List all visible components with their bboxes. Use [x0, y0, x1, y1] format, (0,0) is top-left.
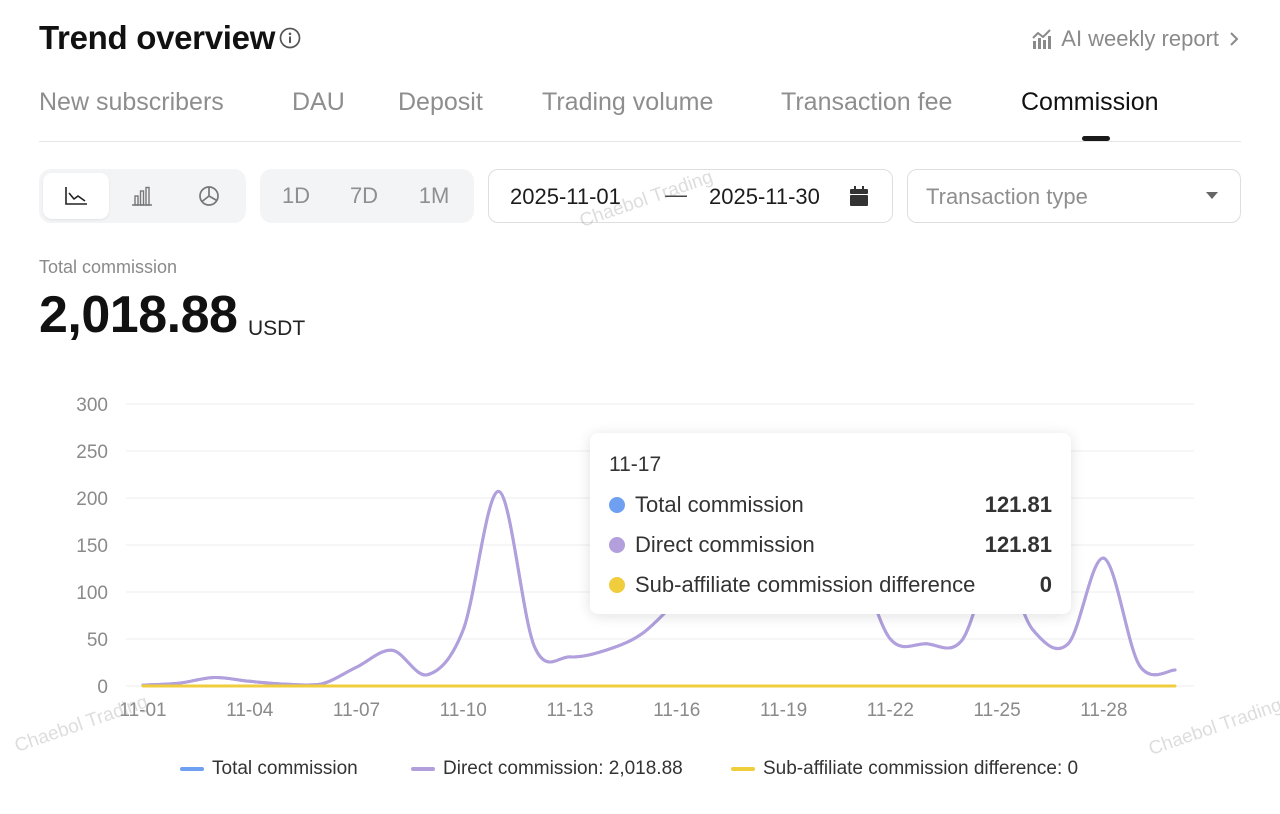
tooltip-row-name: Total commission — [635, 492, 804, 517]
header: Trend overview AI weekly report — [39, 18, 1241, 62]
ai-weekly-report-label: AI weekly report — [1061, 26, 1219, 51]
x-tick-label: 11-10 — [440, 700, 487, 721]
tooltip-date: 11-17 — [609, 453, 662, 476]
tooltip-row-value: 121.81 — [984, 532, 1052, 557]
active-tab-indicator — [1082, 136, 1110, 141]
legend-swatch — [411, 767, 435, 771]
legend-label: Total commission — [212, 758, 358, 779]
tooltip-row-value: 121.81 — [984, 492, 1052, 517]
tab-new-subscribers[interactable]: New subscribers — [39, 84, 224, 120]
transaction-type-select[interactable]: Transaction type — [907, 169, 1241, 223]
caret-down-icon — [1206, 192, 1218, 199]
tooltip-row-direct: Direct commission 121.81 — [609, 531, 1052, 559]
tab-commission[interactable]: Commission — [1021, 84, 1159, 120]
line-chart-button[interactable] — [43, 173, 109, 219]
x-tick-label: 11-19 — [760, 700, 807, 721]
x-tick-label: 11-13 — [546, 700, 593, 721]
total-commission-unit: USDT — [248, 317, 306, 340]
metric-tabs: New subscribers DAU Deposit Trading volu… — [39, 84, 1241, 142]
tooltip-row-name: Direct commission — [635, 532, 815, 557]
bar-chart-button[interactable] — [109, 173, 175, 219]
start-date-input[interactable]: 2025-11-01 — [510, 183, 621, 211]
total-commission-dot — [609, 497, 625, 513]
tab-trading-volume[interactable]: Trading volume — [542, 84, 713, 120]
total-commission-label: Total commission — [39, 257, 178, 277]
chart-bars-icon — [1032, 29, 1052, 49]
x-tick-label: 11-22 — [867, 700, 914, 721]
tab-deposit[interactable]: Deposit — [398, 84, 483, 120]
y-tick-label: 100 — [76, 583, 108, 604]
ai-weekly-report-link[interactable]: AI weekly report — [1031, 24, 1241, 54]
time-range-switcher: 1D 7D 1M — [260, 169, 474, 223]
x-tick-label: 11-25 — [973, 700, 1020, 721]
y-tick-label: 250 — [76, 442, 108, 463]
toolbar: 1D 7D 1M 2025-11-01 — 2025-11-30 Transac… — [39, 169, 1241, 223]
sub-affiliate-dot — [609, 577, 625, 593]
legend-label: Sub-affiliate commission difference: 0 — [763, 758, 1079, 779]
chart-type-switcher — [39, 169, 246, 223]
legend-item-total-commission[interactable]: Total commission — [180, 755, 358, 783]
tab-dau[interactable]: DAU — [292, 84, 345, 120]
x-tick-label: 11-16 — [653, 700, 700, 721]
x-tick-label: 11-07 — [333, 700, 380, 721]
transaction-type-placeholder: Transaction type — [926, 184, 1088, 209]
y-tick-label: 0 — [97, 677, 108, 698]
info-circle-icon[interactable] — [279, 27, 301, 49]
pie-chart-icon — [198, 186, 219, 206]
end-date-input[interactable]: 2025-11-30 — [709, 183, 820, 211]
y-tick-label: 150 — [76, 536, 108, 557]
tab-transaction-fee[interactable]: Transaction fee — [781, 84, 952, 120]
chart-tooltip: 11-17 Total commission 121.81 Direct com… — [590, 433, 1071, 614]
tooltip-row-value: 0 — [1039, 572, 1052, 597]
x-tick-label: 11-28 — [1080, 700, 1127, 721]
chevron-right-icon — [1230, 32, 1239, 46]
page-title: Trend overview — [39, 19, 276, 56]
range-7d-button[interactable]: 7D — [332, 173, 396, 219]
range-1d-button[interactable]: 1D — [264, 173, 328, 219]
y-tick-label: 200 — [76, 489, 108, 510]
tooltip-row-sub-affiliate: Sub-affiliate commission difference 0 — [609, 571, 1052, 599]
calendar-icon[interactable] — [850, 186, 868, 206]
bar-chart-icon — [132, 186, 152, 206]
legend-swatch — [180, 767, 204, 771]
date-range-picker[interactable]: 2025-11-01 — 2025-11-30 — [488, 169, 893, 223]
pie-chart-button[interactable] — [175, 173, 242, 219]
tooltip-row-name: Sub-affiliate commission difference — [635, 572, 976, 597]
date-separator: — — [665, 182, 687, 207]
total-commission-value: 2,018.88 — [39, 286, 238, 344]
legend-swatch — [731, 767, 755, 771]
tooltip-row-total: Total commission 121.81 — [609, 491, 1052, 519]
x-tick-label: 11-04 — [226, 700, 274, 721]
chart-legend: Total commission Direct commission: 2,01… — [0, 755, 1280, 785]
direct-commission-dot — [609, 537, 625, 553]
line-chart-icon — [65, 187, 87, 205]
y-tick-label: 300 — [76, 395, 108, 416]
range-1m-button[interactable]: 1M — [402, 173, 466, 219]
legend-item-direct-commission[interactable]: Direct commission: 2,018.88 — [411, 755, 683, 783]
x-tick-label: 11-01 — [119, 700, 166, 721]
legend-item-sub-affiliate[interactable]: Sub-affiliate commission difference: 0 — [731, 755, 1078, 783]
legend-label: Direct commission: 2,018.88 — [443, 758, 683, 779]
y-tick-label: 50 — [87, 630, 108, 651]
